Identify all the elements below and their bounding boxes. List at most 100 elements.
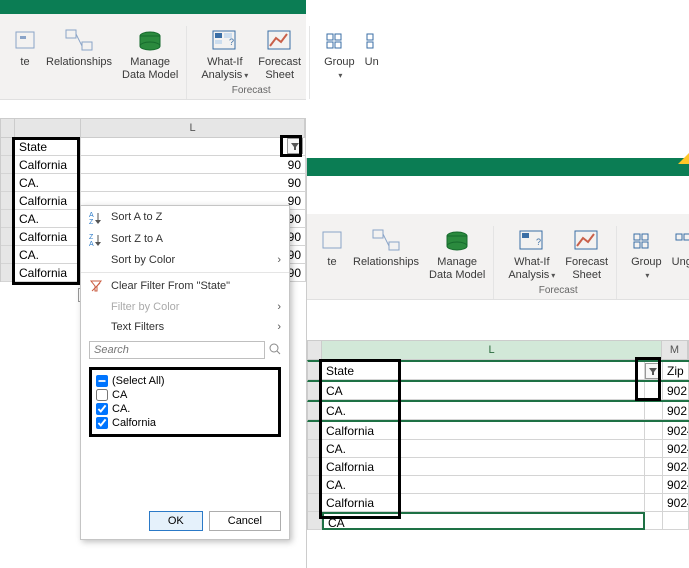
cell-state[interactable]: CA.	[15, 210, 81, 228]
relationships-label-r: Relationships	[353, 256, 419, 269]
sort-color-item[interactable]: Sort by Color ›	[81, 250, 289, 270]
row-header-r[interactable]	[308, 440, 322, 458]
chevron-right-icon: ›	[277, 301, 281, 313]
row-header[interactable]	[1, 210, 15, 228]
sort-asc-label: Sort A to Z	[111, 211, 162, 223]
cell-right-peek[interactable]: 90	[81, 156, 306, 174]
cell-gap	[645, 422, 663, 440]
row-header-r[interactable]	[308, 494, 322, 512]
filter-dropdown-button[interactable]	[287, 138, 303, 154]
cell-state[interactable]: CA.	[15, 246, 81, 264]
row-header[interactable]	[1, 174, 15, 192]
col-m-header-r[interactable]: M	[662, 341, 688, 359]
cell-state-header-r[interactable]: State	[322, 362, 645, 380]
forecast-sheet-button[interactable]: Forecast Sheet	[254, 26, 305, 83]
filter-value-label[interactable]: CA.	[112, 403, 130, 415]
row-header[interactable]	[1, 192, 15, 210]
ungroup-button-r[interactable]: Ungro	[668, 226, 689, 283]
cell-L-header[interactable]	[81, 138, 306, 156]
filter-value-checkbox[interactable]	[96, 389, 108, 401]
cell-state-header[interactable]: State	[15, 138, 81, 156]
forecast-sheet-button-r[interactable]: Forecast Sheet	[561, 226, 612, 283]
row-header[interactable]	[1, 138, 15, 156]
cell-state-r[interactable]: Calfornia	[322, 494, 645, 512]
svg-text:A: A	[89, 241, 94, 246]
cell-right-peek[interactable]: 90	[81, 174, 306, 192]
forecast-sheet-label-r: Forecast Sheet	[565, 256, 608, 281]
cell-state-r[interactable]: Calfornia	[322, 422, 645, 440]
cell-zip[interactable]: 9024	[663, 422, 689, 440]
chevron-right-icon: ›	[277, 254, 281, 266]
cell-zip[interactable]: 902	[663, 382, 689, 400]
ribbon-left: te Relationships Manage Data Model	[0, 14, 306, 100]
cell-state[interactable]: Calfornia	[15, 192, 81, 210]
relationships-label: Relationships	[46, 56, 112, 69]
whatif-button-r[interactable]: ? What-If Analysis▾	[504, 226, 559, 283]
cell-state-r[interactable]: CA.	[322, 402, 645, 420]
filter-value-checkbox[interactable]	[96, 403, 108, 415]
whatif-icon: ?	[517, 228, 547, 254]
manage-data-model-button[interactable]: Manage Data Model	[118, 26, 182, 83]
relationships-button-r[interactable]: Relationships	[349, 226, 423, 283]
forecast-sheet-label: Forecast Sheet	[258, 56, 301, 81]
col-l-header-r[interactable]: L	[322, 341, 662, 359]
relationships-icon	[64, 28, 94, 54]
cell-zip[interactable]: 9024	[663, 440, 689, 458]
cell-zip[interactable]: 9024	[663, 458, 689, 476]
row-header-r[interactable]	[308, 362, 322, 380]
cell-state-r[interactable]: CA	[322, 382, 645, 400]
ungroup-icon	[674, 228, 689, 254]
row-header-r[interactable]	[308, 402, 322, 420]
row-header-r[interactable]	[308, 512, 322, 530]
forecast-group-label-r: Forecast	[539, 283, 578, 299]
filter-value-label[interactable]: Calfornia	[112, 417, 156, 429]
group-label: Group▾	[324, 56, 355, 81]
filter-value-checkbox[interactable]	[96, 417, 108, 429]
ungroup-button-cut[interactable]: Un	[361, 26, 383, 83]
row-header-r[interactable]	[308, 422, 322, 440]
row-header[interactable]	[1, 246, 15, 264]
cancel-button[interactable]: Cancel	[209, 511, 281, 531]
cell-state-r[interactable]: CA.	[322, 476, 645, 494]
cell-zip-header-r[interactable]: Zip	[663, 362, 689, 380]
clear-filter-label: Clear Filter From "State"	[111, 280, 230, 292]
clear-filter-item[interactable]: Clear Filter From "State"	[81, 275, 289, 297]
row-header-r[interactable]	[308, 458, 322, 476]
cell-state-r[interactable]: Calfornia	[322, 458, 645, 476]
cell-state[interactable]: Calfornia	[15, 264, 81, 282]
filter-dropdown-button-r[interactable]	[645, 363, 661, 379]
ok-button[interactable]: OK	[149, 511, 203, 531]
col-l-header[interactable]: L	[81, 119, 305, 137]
cell-state[interactable]: CA.	[15, 174, 81, 192]
group-button[interactable]: Group▾	[320, 26, 359, 83]
select-all-checkbox[interactable]	[96, 375, 108, 387]
cell-state[interactable]: Calfornia	[15, 156, 81, 174]
cell-tail[interactable]: CA	[322, 512, 645, 530]
cell-filter-btn-r[interactable]	[645, 362, 663, 380]
ribbon-cut-left-button[interactable]: te	[10, 26, 40, 83]
row-header[interactable]	[1, 264, 15, 282]
group-button-r[interactable]: Group▾	[627, 226, 666, 283]
col-k-header[interactable]	[15, 119, 81, 137]
row-header[interactable]	[1, 228, 15, 246]
manage-data-model-button-r[interactable]: Manage Data Model	[425, 226, 489, 283]
row-header-r[interactable]	[308, 382, 322, 400]
filter-value-label[interactable]: CA	[112, 389, 127, 401]
filter-icon	[290, 141, 300, 151]
sort-desc-item[interactable]: ZA Sort Z to A	[81, 228, 289, 250]
relationships-button[interactable]: Relationships	[42, 26, 116, 83]
whatif-button[interactable]: ? What-If Analysis▾	[197, 26, 252, 83]
row-header[interactable]	[1, 156, 15, 174]
filter-search-input[interactable]	[89, 341, 265, 359]
text-filters-item[interactable]: Text Filters ›	[81, 317, 289, 337]
ribbon-cut-left-button-r[interactable]: te	[317, 226, 347, 283]
sort-asc-item[interactable]: AZ Sort A to Z	[81, 206, 289, 228]
cell-zip[interactable]: 9024	[663, 476, 689, 494]
cell-zip[interactable]: 902	[663, 402, 689, 420]
sort-color-label: Sort by Color	[111, 254, 175, 266]
cell-zip[interactable]: 9024	[663, 494, 689, 512]
select-all-label[interactable]: (Select All)	[112, 375, 165, 387]
cell-state[interactable]: Calfornia	[15, 228, 81, 246]
cell-state-r[interactable]: CA.	[322, 440, 645, 458]
row-header-r[interactable]	[308, 476, 322, 494]
